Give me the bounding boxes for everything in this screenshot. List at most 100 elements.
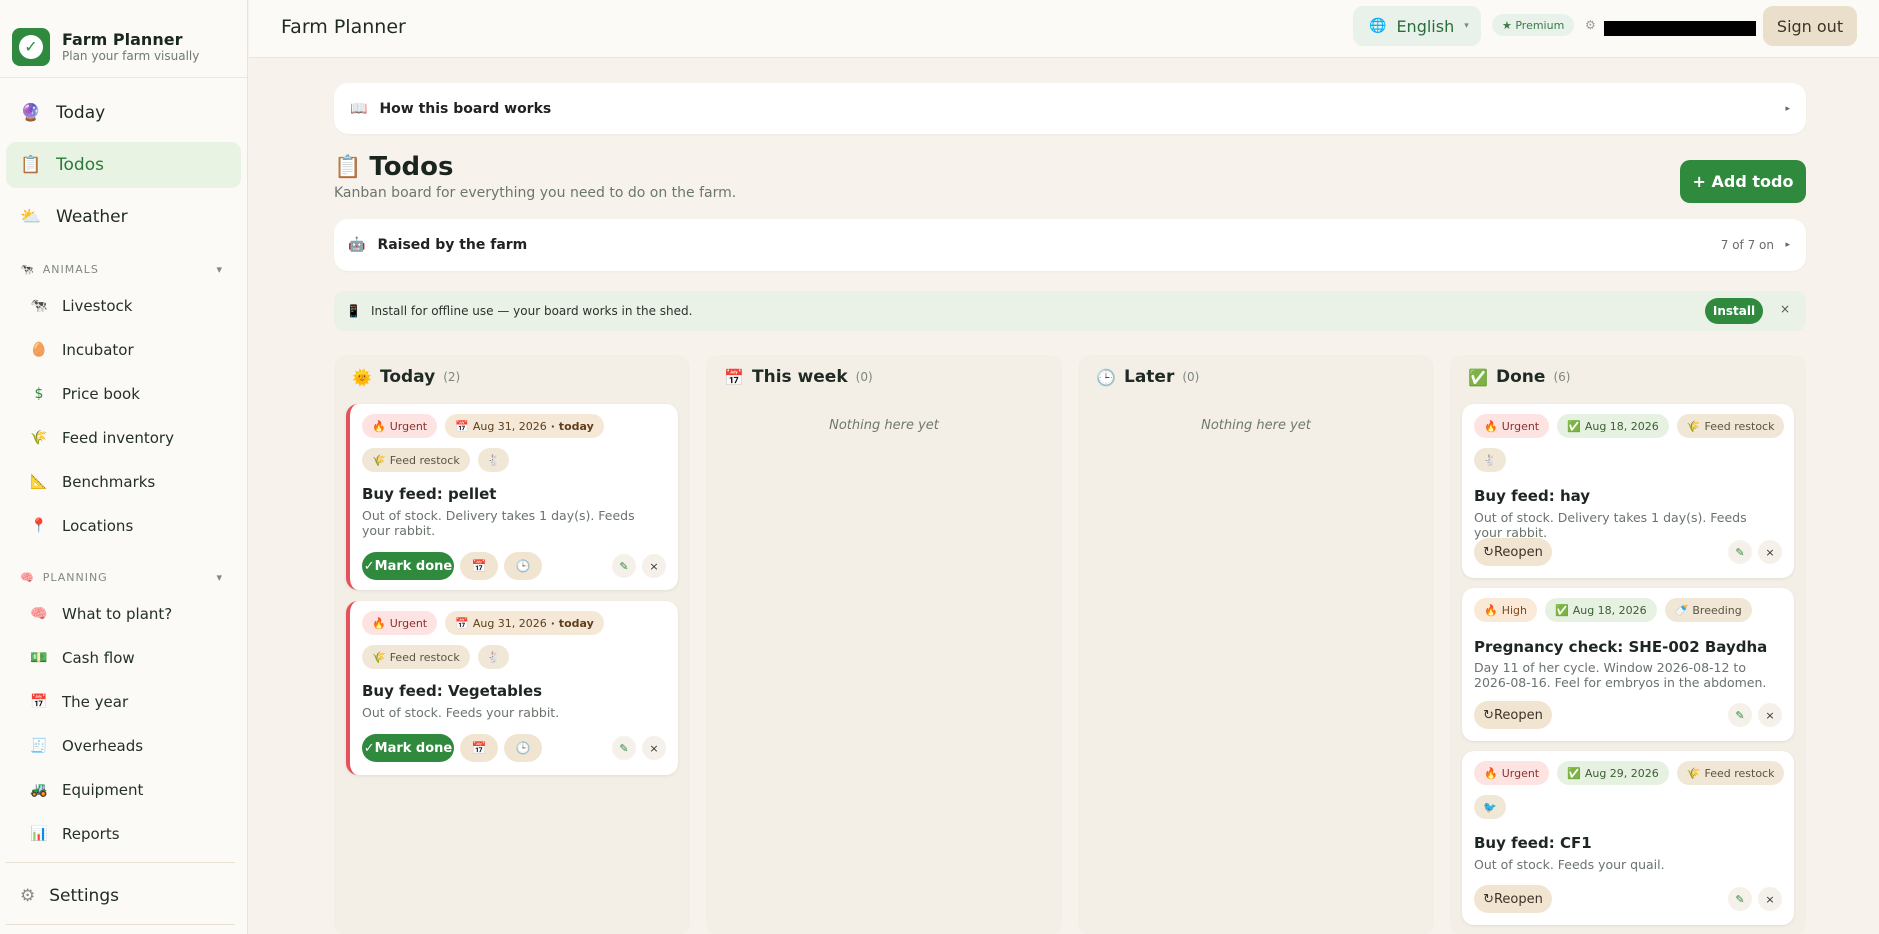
close-icon: × (649, 741, 659, 755)
edit-button[interactable]: ✎ (1728, 540, 1752, 564)
section-animals[interactable]: 🐄 ANIMALS ▾ (0, 254, 247, 284)
priority-badge: 🔥 Urgent (362, 611, 438, 635)
nav-settings[interactable]: ⚙ Settings (6, 874, 119, 918)
due-date-suffix: · today (550, 616, 594, 630)
edit-button[interactable]: ✎ (612, 736, 636, 760)
todo-card[interactable]: 🔥 Urgent ✅ Aug 29, 2026 🌾 Feed restock 🐦 Bu… (1462, 751, 1794, 925)
todo-description: Out of stock. Feeds your rabbit. (362, 705, 560, 720)
snooze-button[interactable]: 🕒 (504, 734, 542, 762)
edit-button[interactable]: ✎ (1728, 703, 1752, 727)
snooze-button[interactable]: 🕒 (504, 552, 542, 580)
nav-weather[interactable]: ⛅ Weather (6, 194, 241, 240)
how-board-works-panel[interactable]: 📖 How this board works ▸ (334, 83, 1806, 134)
grain-icon: 🌾 (372, 453, 386, 467)
reopen-button[interactable]: ↻Reopen (1474, 538, 1552, 566)
reopen-button[interactable]: ↻Reopen (1474, 885, 1552, 913)
done-date-badge: ✅ Aug 29, 2026 (1557, 761, 1669, 785)
todo-title: Buy feed: Vegetables (362, 682, 543, 700)
language-select[interactable]: 🌐 English ▾ (1353, 6, 1481, 46)
flame-icon: 🔥 (1484, 603, 1498, 617)
column-title: Today (380, 367, 436, 387)
column-count: (6) (1553, 370, 1571, 384)
cash-icon: 💵 (30, 650, 48, 666)
sidebar-item-reports[interactable]: 📊 Reports (0, 812, 247, 856)
book-icon: 📖 (350, 100, 368, 117)
section-planning[interactable]: 🧠 PLANNING ▾ (0, 562, 247, 592)
rabbit-icon: 🐇 (486, 650, 501, 664)
priority-label: Urgent (1501, 419, 1540, 433)
clipboard-icon: 📋 (20, 155, 42, 175)
chevron-right-icon: ▸ (1785, 103, 1790, 114)
pencil-icon: ✎ (1735, 892, 1745, 906)
sidebar-item-locations[interactable]: 📍 Locations (0, 504, 247, 548)
brand[interactable]: ✓ Farm Planner Plan your farm visually (0, 0, 247, 78)
column-this-week: 📅 This week (0) Nothing here yet (706, 355, 1062, 934)
chevron-down-icon: ▾ (1464, 21, 1469, 31)
close-icon[interactable]: × (1780, 302, 1790, 316)
receipt-icon: 🧾 (30, 738, 48, 754)
column-count: (0) (1182, 370, 1200, 384)
mark-done-button[interactable]: ✓Mark done (362, 734, 454, 762)
edit-button[interactable]: ✎ (1728, 887, 1752, 911)
reschedule-button[interactable]: 📅 (460, 734, 498, 762)
sidebar-item-label: Feed inventory (62, 429, 174, 447)
sidebar-item-label: What to plant? (62, 605, 173, 623)
todo-title: Pregnancy check: SHE-002 Baydha (1474, 638, 1768, 656)
todo-title: Buy feed: pellet (362, 485, 497, 503)
sidebar-item-benchmarks[interactable]: 📐 Benchmarks (0, 460, 247, 504)
nav-weather-label: Weather (56, 207, 128, 227)
priority-badge: 🔥 Urgent (362, 414, 438, 438)
calendar-icon: 📅 (471, 741, 487, 755)
edit-button[interactable]: ✎ (612, 554, 636, 578)
reopen-button[interactable]: ↻Reopen (1474, 701, 1552, 729)
sidebar-item-cash-flow[interactable]: 💵 Cash flow (0, 636, 247, 680)
delete-button[interactable]: × (642, 736, 666, 760)
add-todo-button[interactable]: + Add todo (1680, 160, 1806, 203)
todo-card[interactable]: 🔥 Urgent 📅 Aug 31, 2026 · today 🌾 Feed resto… (346, 601, 678, 775)
category-label: Breeding (1692, 603, 1742, 617)
raised-by-farm-panel[interactable]: 🤖 Raised by the farm 7 of 7 on ▸ (334, 219, 1806, 271)
sidebar-item-incubator[interactable]: 🥚 Incubator (0, 328, 247, 372)
delete-button[interactable]: × (1758, 540, 1782, 564)
sidebar: ✓ Farm Planner Plan your farm visually 🔮… (0, 0, 248, 934)
delete-button[interactable]: × (1758, 887, 1782, 911)
fire-icon: 🔥 (1484, 766, 1498, 780)
column-count: (2) (443, 370, 461, 384)
sidebar-item-livestock[interactable]: 🐄 Livestock (0, 284, 247, 328)
sidebar-item-label: Equipment (62, 781, 144, 799)
sidebar-item-label: Locations (62, 517, 134, 535)
sidebar-item-the-year[interactable]: 📅 The year (0, 680, 247, 724)
sidebar-item-overheads[interactable]: 🧾 Overheads (0, 724, 247, 768)
nav-today[interactable]: 🔮 Today (6, 90, 241, 136)
category-badge: 🌾 Feed restock (1676, 414, 1785, 438)
baby-bottle-icon: 🍼 (1674, 603, 1689, 617)
sidebar-item-equipment[interactable]: 🚜 Equipment (0, 768, 247, 812)
delete-button[interactable]: × (642, 554, 666, 578)
due-date-badge: 📅 Aug 31, 2026 · today (445, 414, 604, 438)
todo-card[interactable]: 🔥 Urgent ✅ Aug 18, 2026 🌾 Feed restock 🐇 Bu… (1462, 404, 1794, 578)
install-button[interactable]: Install (1705, 298, 1763, 324)
sign-out-button[interactable]: Sign out (1763, 6, 1857, 46)
todo-card[interactable]: 🔥 Urgent 📅 Aug 31, 2026 · today 🌾 Feed resto… (346, 404, 678, 590)
mark-done-button[interactable]: ✓Mark done (362, 552, 454, 580)
reschedule-button[interactable]: 📅 (460, 552, 498, 580)
category-badge: 🌾 Feed restock (362, 645, 470, 669)
sidebar-item-label: Reports (62, 825, 120, 843)
delete-button[interactable]: × (1758, 703, 1782, 727)
nav-todos[interactable]: 📋 Todos (6, 142, 241, 188)
user-email-redacted (1604, 21, 1756, 36)
todo-card[interactable]: 🔥 High ✅ Aug 18, 2026 🍼 Breeding Pregnancy … (1462, 588, 1794, 741)
gear-icon: ⚙ (20, 886, 36, 906)
sidebar-item-what-to-plant[interactable]: 🧠 What to plant? (0, 592, 247, 636)
sidebar-item-feed-inventory[interactable]: 🌾 Feed inventory (0, 416, 247, 460)
install-text: Install for offline use — your board wor… (370, 304, 693, 318)
page-title-row: 📋 Todos (334, 152, 454, 182)
check-icon: ✅ (1555, 603, 1569, 617)
sidebar-item-price-book[interactable]: $ Price book (0, 372, 247, 416)
clock-icon: 🕒 (515, 559, 531, 573)
brand-logo-icon: ✓ (12, 27, 50, 66)
gear-icon[interactable]: ⚙ (1585, 18, 1596, 32)
rabbit-icon: 🐇 (486, 453, 501, 467)
grain-icon: 🌾 (1686, 419, 1701, 433)
topbar: Farm Planner 🌐 English ▾ ★ Premium ⚙ Sig… (249, 0, 1879, 58)
